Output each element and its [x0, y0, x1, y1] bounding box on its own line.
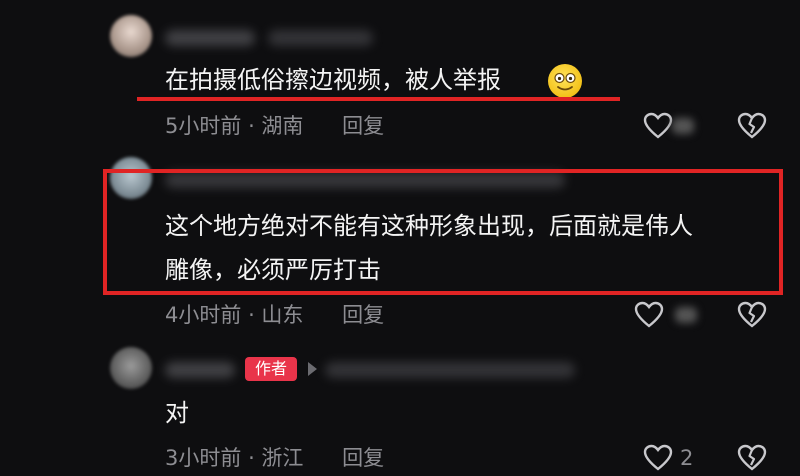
reply-target-blurred[interactable] — [325, 362, 575, 378]
red-underline-annotation — [137, 97, 620, 101]
avatar[interactable] — [110, 347, 152, 389]
username-blurred[interactable] — [165, 30, 255, 46]
heart-outline-icon[interactable] — [643, 112, 673, 144]
reply-button[interactable]: 回复 — [342, 446, 384, 470]
author-badge: 作者 — [245, 357, 297, 381]
smiling-face-emoji-icon — [548, 64, 582, 98]
comment-meta: 4小时前 · 山东 回复 — [165, 303, 385, 327]
broken-heart-icon[interactable] — [737, 112, 767, 144]
comment-meta: 5小时前 · 湖南 回复 — [165, 114, 385, 138]
like-count-blurred — [675, 307, 697, 323]
comment-meta: 3小时前 · 浙江 回复 — [165, 446, 385, 470]
broken-heart-icon[interactable] — [737, 444, 767, 476]
username-blurred[interactable] — [165, 362, 235, 378]
comment-text: 对 — [165, 393, 189, 433]
reply-button[interactable]: 回复 — [342, 114, 384, 138]
comment-location: 山东 — [261, 303, 304, 327]
comment-location: 浙江 — [261, 446, 304, 470]
comment-text: 这个地方绝对不能有这种形象出现，后面就是伟人 — [165, 206, 693, 246]
comment-text-content: 对 — [165, 399, 189, 427]
comment-location: 湖南 — [261, 114, 304, 138]
like-count-blurred — [672, 118, 694, 134]
heart-outline-icon[interactable] — [634, 301, 664, 333]
like-count: 2 — [680, 446, 694, 470]
comment-time: 3小时前 — [165, 446, 242, 470]
comment-time: 5小时前 — [165, 114, 242, 138]
avatar[interactable] — [110, 15, 152, 57]
broken-heart-icon[interactable] — [737, 301, 767, 333]
comment-text-line2: 雕像，必须严厉打击 — [165, 256, 381, 284]
comment-text-content: 在拍摄低俗擦边视频，被人举报 — [165, 66, 501, 94]
comment-text: 在拍摄低俗擦边视频，被人举报 — [165, 60, 501, 100]
user-meta-blurred — [268, 30, 373, 46]
play-arrow-icon — [308, 362, 317, 376]
comment-text: 雕像，必须严厉打击 — [165, 250, 381, 290]
reply-button[interactable]: 回复 — [342, 303, 384, 327]
comment-text-line1: 这个地方绝对不能有这种形象出现，后面就是伟人 — [165, 212, 693, 240]
heart-outline-icon[interactable] — [643, 444, 673, 476]
comment-time: 4小时前 — [165, 303, 242, 327]
